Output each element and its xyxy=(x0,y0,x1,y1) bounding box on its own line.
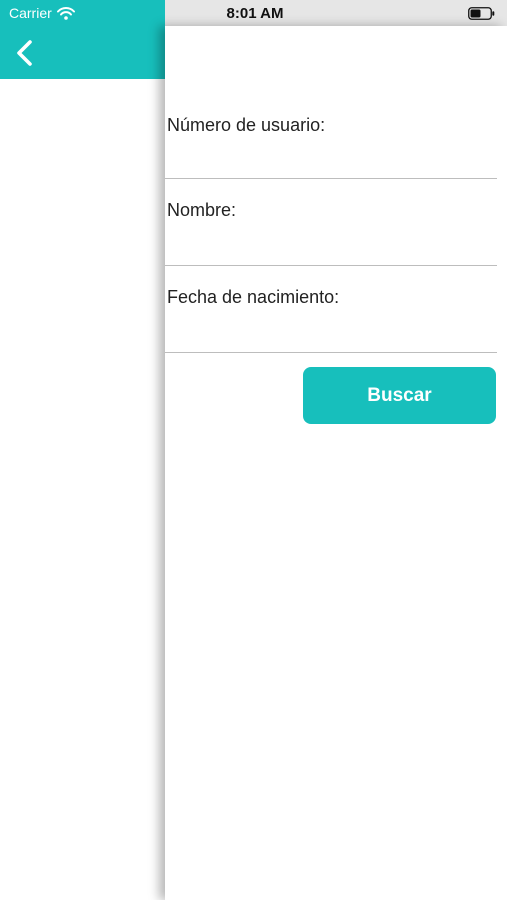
search-panel: Número de usuario: Nombre: Fecha de naci… xyxy=(165,26,507,900)
birthdate-input[interactable] xyxy=(167,314,493,354)
name-label: Nombre: xyxy=(167,200,237,220)
carrier-label: Carrier xyxy=(9,5,52,21)
name-field: Nombre: xyxy=(165,179,497,267)
status-time: 8:01 AM xyxy=(226,5,284,22)
user-number-label: Número de usuario: xyxy=(167,115,326,135)
battery-icon xyxy=(468,7,495,20)
chevron-left-icon xyxy=(17,40,32,66)
search-button[interactable]: Buscar xyxy=(303,367,496,424)
wifi-icon xyxy=(56,6,75,20)
back-button[interactable] xyxy=(8,36,42,70)
birthdate-label: Fecha de nacimiento: xyxy=(167,287,340,307)
status-carrier-group: Carrier xyxy=(9,5,75,21)
birthdate-field: Fecha de nacimiento: xyxy=(165,266,497,354)
background-screen xyxy=(0,0,170,900)
user-number-field: Número de usuario: xyxy=(165,92,497,182)
user-number-input[interactable] xyxy=(167,142,493,182)
name-input[interactable] xyxy=(167,227,493,267)
